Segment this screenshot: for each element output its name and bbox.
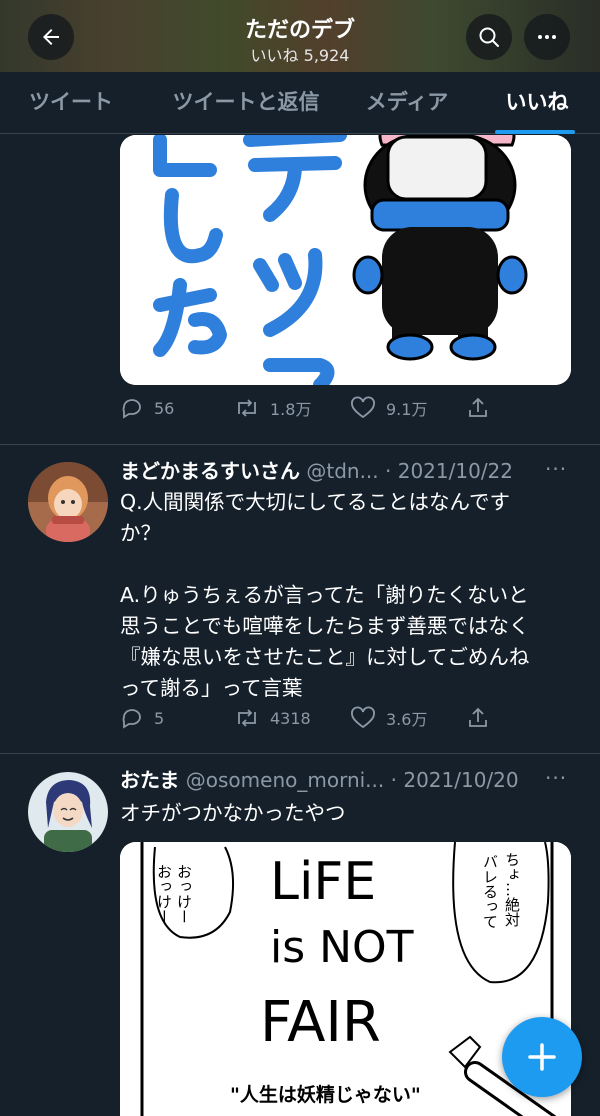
tweet-text: オチがつかなかったやつ	[120, 801, 346, 825]
tab-likes[interactable]: いいね	[492, 72, 582, 134]
svg-text:ちょ…絶対: ちょ…絶対	[503, 852, 521, 927]
like-count: 9.1万	[386, 400, 428, 419]
sign-line-3: FAIR	[260, 990, 381, 1055]
tweet-actions: 56 1.8万 9.1万	[120, 396, 580, 426]
tweet-text: Q.人間関係で大切にしてることはなんです か？ A.りゅうちぇるが言ってた「謝り…	[120, 490, 530, 700]
avatar[interactable]	[28, 772, 108, 852]
retweet-button[interactable]: 1.8万	[234, 396, 311, 420]
tweet-divider	[0, 753, 600, 754]
active-tab-indicator	[495, 130, 575, 134]
reply-icon	[122, 709, 141, 729]
svg-text:バレるって: バレるって	[481, 854, 499, 929]
compose-tweet-button[interactable]	[502, 1017, 582, 1097]
share-icon	[469, 397, 487, 417]
sign-line-2: is NOT	[270, 922, 414, 973]
reply-count: 56	[154, 398, 175, 418]
heart-icon	[351, 396, 375, 419]
like-button[interactable]: 3.6万	[350, 706, 427, 730]
svg-text:おっけー: おっけー	[155, 864, 173, 924]
retweet-icon	[238, 399, 256, 417]
profile-tabs: ツイート ツイートと返信 メディア いいね	[0, 72, 600, 134]
illustration-image	[120, 135, 571, 385]
display-name[interactable]: おたま	[120, 768, 179, 792]
tab-tweets[interactable]: ツイート	[12, 72, 130, 134]
tweet-actions: 5 4318 3.6万	[120, 706, 580, 736]
retweet-icon	[238, 709, 256, 727]
profile-header: ただのデブ いいね 5,924	[0, 0, 600, 72]
share-button[interactable]	[466, 396, 500, 420]
tweet-image[interactable]	[120, 135, 571, 385]
heart-icon	[351, 706, 375, 729]
tab-tweets-and-replies[interactable]: ツイートと返信	[160, 72, 332, 134]
retweet-count: 4318	[270, 708, 311, 728]
avatar[interactable]	[28, 462, 108, 542]
avatar-image	[28, 772, 108, 852]
sign-line-1: LiFE	[270, 852, 377, 912]
tab-media[interactable]: メディア	[352, 72, 462, 134]
like-button[interactable]: 9.1万	[350, 396, 427, 420]
tweet-header: おたま @osomeno_morni... · 2021/10/20	[120, 766, 519, 794]
svg-text:おっけー: おっけー	[175, 864, 193, 924]
reply-button[interactable]: 56	[120, 396, 174, 420]
more-icon	[538, 35, 556, 39]
reply-count: 5	[154, 708, 165, 728]
tweet-divider	[0, 444, 600, 445]
bubble-left-line1: おっけー	[175, 864, 193, 924]
retweet-count: 1.8万	[270, 400, 312, 419]
more-button[interactable]	[524, 14, 570, 60]
manga-image[interactable]: おっけー おっけー ちょ…絶対 バレるって LiFE is NOT FAIR "…	[120, 842, 571, 1116]
search-button[interactable]	[466, 14, 512, 60]
display-name[interactable]: まどかまるすいさん	[120, 459, 300, 483]
tweet-date[interactable]: · 2021/10/20	[391, 768, 519, 792]
share-icon	[469, 707, 487, 727]
tweet-more-icon[interactable]: ···	[545, 457, 567, 481]
tweet-header: まどかまるすいさん @tdn... · 2021/10/22	[120, 457, 513, 485]
plus-icon	[528, 1043, 556, 1071]
share-button[interactable]	[466, 706, 500, 730]
reply-button[interactable]: 5	[120, 706, 164, 730]
reply-icon	[122, 399, 141, 419]
tweet-more-icon[interactable]: ···	[545, 766, 567, 790]
like-count: 3.6万	[386, 710, 428, 729]
avatar-image	[28, 462, 108, 542]
user-handle[interactable]: @tdn...	[306, 459, 378, 483]
user-handle[interactable]: @osomeno_morni...	[186, 768, 385, 792]
retweet-button[interactable]: 4318	[234, 706, 311, 730]
bubble-left-line2: おっけー	[155, 864, 173, 924]
search-icon	[479, 27, 499, 47]
tweet-date[interactable]: · 2021/10/22	[385, 459, 513, 483]
manga-caption: "人生は妖精じゃない"	[230, 1084, 421, 1106]
